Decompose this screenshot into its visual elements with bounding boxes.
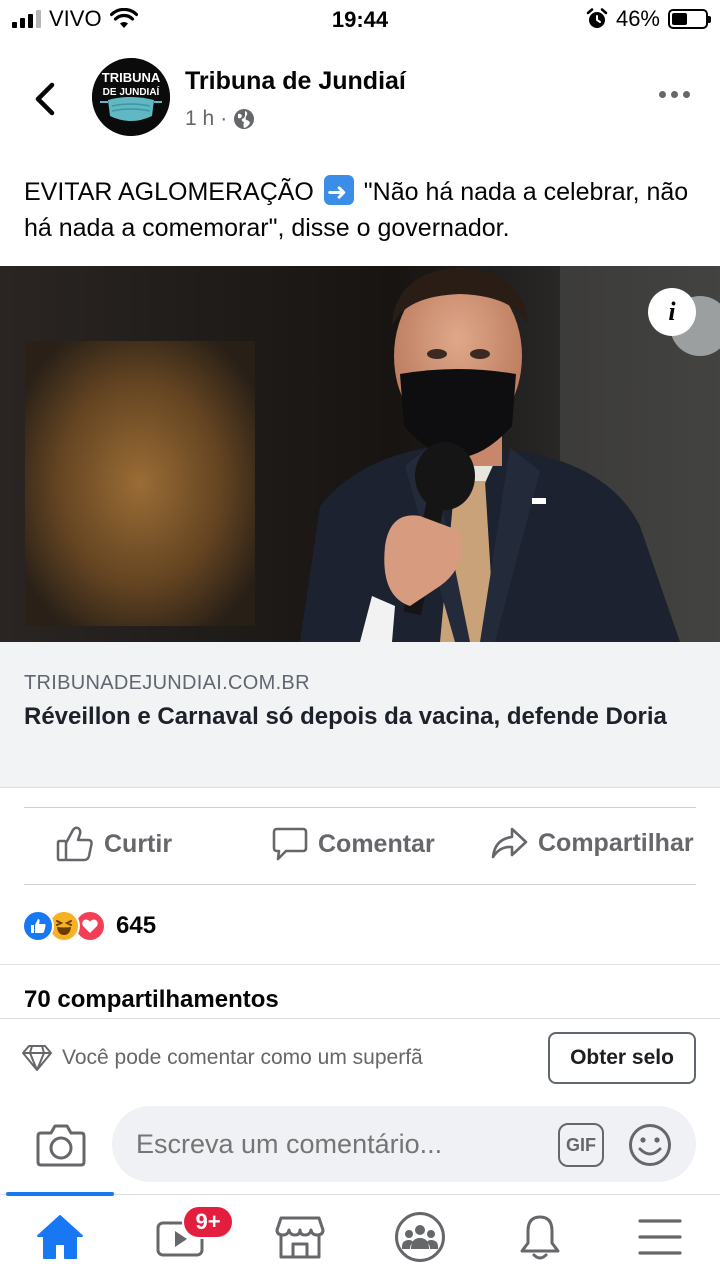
- divider: [24, 884, 696, 885]
- meta-separator: ·: [220, 107, 228, 130]
- nav-notifications[interactable]: [512, 1211, 568, 1263]
- status-bar: VIVO 19:44 46%: [0, 0, 720, 40]
- share-icon: [491, 827, 528, 859]
- post-text: EVITAR AGLOMERAÇÃO "Não há nada a celebr…: [24, 174, 704, 246]
- avatar-text-line2: DE JUNDIAÍ: [103, 85, 160, 98]
- like-reaction-icon: [22, 910, 54, 942]
- globe-icon: [234, 109, 255, 129]
- superfan-row: Você pode comentar como um superfã Obter…: [0, 1018, 720, 1096]
- comment-input[interactable]: [112, 1106, 696, 1182]
- post-meta: 1 h ·: [185, 107, 255, 131]
- action-bar: Curtir Comentar Compartilhar: [0, 808, 720, 884]
- active-tab-indicator: [6, 1192, 114, 1196]
- back-arrow-icon[interactable]: [28, 77, 62, 121]
- post-photo: [0, 266, 720, 642]
- like-label: Curtir: [104, 829, 173, 858]
- page-avatar[interactable]: TRIBUNA DE JUNDIAÍ: [92, 58, 170, 136]
- battery-icon: [668, 9, 711, 29]
- share-label: Compartilhar: [538, 828, 694, 857]
- like-button[interactable]: Curtir: [56, 826, 172, 862]
- divider: [0, 964, 720, 965]
- more-options-icon[interactable]: [659, 91, 690, 98]
- page-name[interactable]: Tribuna de Jundiaí: [185, 67, 406, 96]
- nav-groups[interactable]: [392, 1211, 448, 1263]
- bell-icon: [520, 1215, 560, 1260]
- shares-count[interactable]: 70 compartilhamentos: [24, 986, 279, 1014]
- home-icon: [37, 1215, 83, 1259]
- hamburger-menu-icon: [638, 1219, 682, 1255]
- status-right: 46%: [586, 6, 711, 32]
- comment-icon: [272, 827, 308, 861]
- link-title: Réveillon e Carnaval só depois da vacina…: [24, 703, 667, 730]
- bottom-nav: 9+: [0, 1192, 720, 1280]
- post-image[interactable]: i: [0, 266, 720, 642]
- post-header: TRIBUNA DE JUNDIAÍ Tribuna de Jundiaí 1 …: [0, 55, 720, 150]
- link-domain: TRIBUNADEJUNDIAI.COM.BR: [24, 672, 310, 694]
- alarm-icon: [586, 8, 608, 28]
- superfan-text: Você pode comentar como um superfã: [62, 1046, 423, 1069]
- post-time[interactable]: 1 h: [185, 107, 214, 131]
- comment-label: Comentar: [318, 829, 435, 858]
- groups-icon: [395, 1212, 445, 1262]
- emoji-icon[interactable]: [628, 1123, 672, 1167]
- get-badge-button[interactable]: Obter selo: [548, 1032, 696, 1084]
- reactions-summary[interactable]: 645: [22, 906, 156, 946]
- nav-menu[interactable]: [632, 1211, 688, 1263]
- battery-percent: 46%: [615, 6, 660, 31]
- watch-badge: 9+: [182, 1205, 234, 1239]
- link-preview-card[interactable]: TRIBUNADEJUNDIAI.COM.BR Réveillon e Carn…: [0, 642, 720, 788]
- avatar-text-line1: TRIBUNA: [102, 70, 161, 85]
- post-text-part1: EVITAR AGLOMERAÇÃO: [24, 178, 314, 206]
- info-icon[interactable]: i: [648, 288, 696, 336]
- comment-button[interactable]: Comentar: [272, 826, 435, 862]
- nav-home[interactable]: [32, 1211, 88, 1263]
- thumbs-up-icon: [56, 826, 93, 862]
- diamond-icon: [22, 1045, 52, 1071]
- comment-composer: GIF: [0, 1096, 720, 1194]
- right-arrow-emoji-icon: [323, 174, 354, 210]
- nav-marketplace[interactable]: [272, 1211, 328, 1263]
- reactions-count: 645: [116, 912, 157, 939]
- camera-icon[interactable]: [36, 1122, 86, 1168]
- gif-button[interactable]: GIF: [558, 1123, 604, 1167]
- share-button[interactable]: Compartilhar: [490, 826, 694, 860]
- marketplace-icon: [275, 1216, 325, 1259]
